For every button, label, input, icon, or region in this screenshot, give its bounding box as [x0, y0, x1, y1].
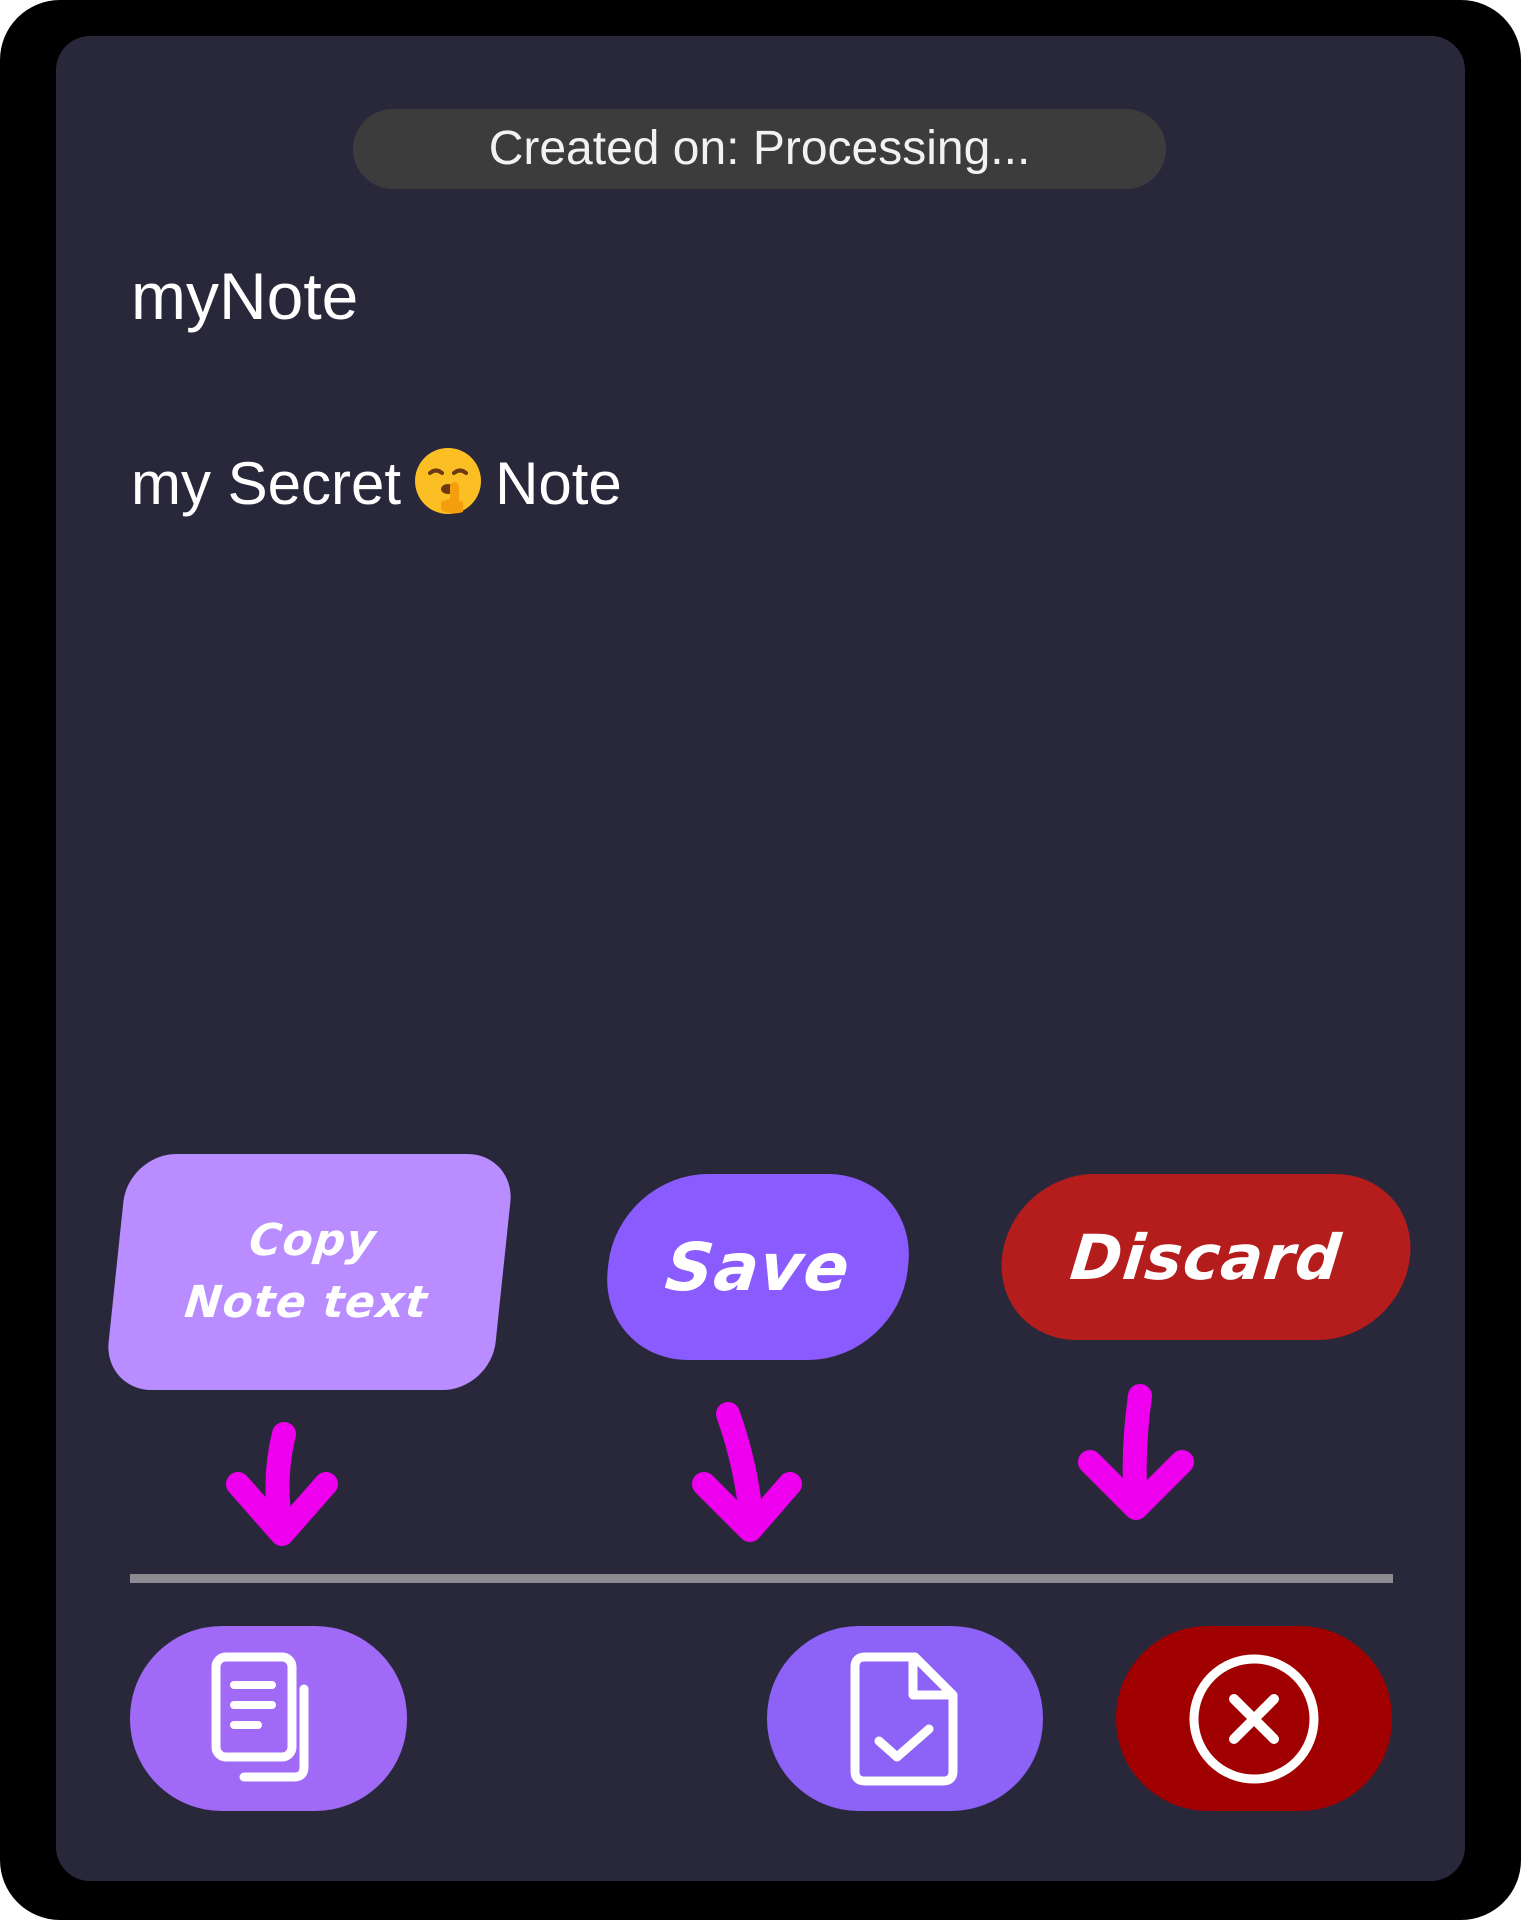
shushing-face-emoji-icon: [413, 446, 483, 516]
device-frame: Created on: Processing... myNote my Secr…: [0, 0, 1521, 1920]
copy-document-icon: [204, 1649, 334, 1789]
copy-note-text-callout: Copy Note text: [103, 1154, 516, 1390]
note-body-text-start: my Secret: [131, 450, 402, 517]
arrow-down-icon: [1078, 1384, 1194, 1520]
discard-callout: Discard: [993, 1174, 1419, 1340]
discard-button[interactable]: [1116, 1626, 1392, 1811]
arrow-down-icon: [226, 1422, 338, 1546]
save-button[interactable]: [767, 1626, 1043, 1811]
note-title-field[interactable]: myNote: [131, 256, 358, 336]
note-body-text-end: Note: [495, 450, 622, 517]
save-callout: Save: [598, 1174, 918, 1360]
file-check-icon: [845, 1649, 965, 1789]
close-circle-icon: [1184, 1649, 1324, 1789]
created-date-badge: Created on: Processing...: [353, 109, 1166, 189]
toolbar-divider: [130, 1574, 1393, 1583]
note-editor-screen: Created on: Processing... myNote my Secr…: [56, 36, 1465, 1881]
copy-note-text-button[interactable]: [130, 1626, 407, 1811]
note-body-field[interactable]: my Secret Note: [131, 444, 622, 524]
arrow-down-icon: [692, 1402, 802, 1542]
